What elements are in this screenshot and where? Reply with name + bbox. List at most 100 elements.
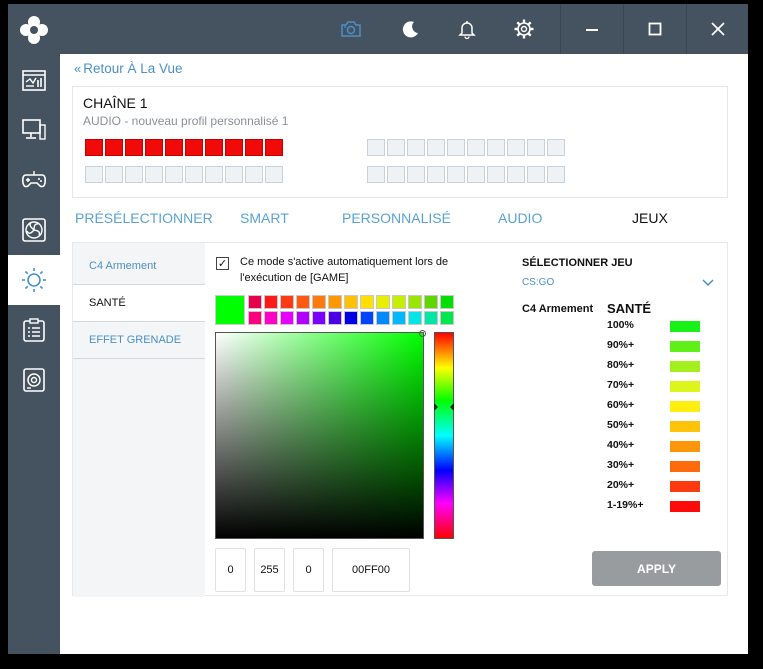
hue-marker-right[interactable] — [450, 403, 454, 411]
sidebar-item-fan[interactable] — [8, 205, 60, 255]
color-swatch[interactable] — [264, 295, 278, 309]
led-cell[interactable] — [265, 166, 283, 183]
color-swatch[interactable] — [248, 311, 262, 325]
led-cell[interactable] — [407, 139, 425, 156]
close-button[interactable] — [687, 4, 748, 54]
color-swatch[interactable] — [376, 311, 390, 325]
hue-slider[interactable] — [434, 332, 454, 539]
tab-preselect[interactable]: PRÉSÉLECTIONNER — [75, 210, 213, 226]
led-cell[interactable] — [507, 139, 525, 156]
game-dropdown[interactable]: CS:GO — [522, 277, 718, 295]
mode-effet-grenade[interactable]: EFFET GRENADE — [73, 322, 205, 359]
led-cell[interactable] — [185, 139, 203, 156]
led-cell[interactable] — [407, 166, 425, 183]
color-swatch[interactable] — [424, 295, 438, 309]
color-swatch[interactable] — [344, 311, 358, 325]
led-cell[interactable] — [367, 166, 385, 183]
led-cell[interactable] — [245, 139, 263, 156]
color-swatch[interactable] — [280, 295, 294, 309]
led-cell[interactable] — [145, 139, 163, 156]
back-link[interactable]: «Retour À La Vue — [74, 61, 183, 76]
led-cell[interactable] — [487, 166, 505, 183]
sidebar-item-clipboard[interactable] — [8, 305, 60, 355]
color-swatch[interactable] — [344, 295, 358, 309]
led-cell[interactable] — [225, 166, 243, 183]
led-cell[interactable] — [125, 139, 143, 156]
led-cell[interactable] — [427, 139, 445, 156]
color-swatch[interactable] — [376, 295, 390, 309]
led-cell[interactable] — [245, 166, 263, 183]
led-cell[interactable] — [105, 166, 123, 183]
color-swatch[interactable] — [312, 295, 326, 309]
camera-button[interactable] — [336, 4, 366, 54]
minimize-button[interactable] — [561, 4, 623, 54]
picker-handle[interactable] — [419, 330, 426, 337]
color-swatch[interactable] — [280, 311, 294, 325]
color-swatch[interactable] — [408, 295, 422, 309]
tab-games[interactable]: JEUX — [632, 210, 668, 226]
dark-mode-button[interactable] — [396, 4, 426, 54]
led-cell[interactable] — [467, 166, 485, 183]
hue-marker-left[interactable] — [434, 403, 438, 411]
led-cell[interactable] — [145, 166, 163, 183]
color-swatch[interactable] — [264, 311, 278, 325]
color-swatch[interactable] — [296, 311, 310, 325]
tab-audio[interactable]: AUDIO — [498, 210, 542, 226]
led-cell[interactable] — [367, 139, 385, 156]
led-cell[interactable] — [387, 139, 405, 156]
tab-smart[interactable]: SMART — [240, 210, 289, 226]
color-swatch[interactable] — [296, 295, 310, 309]
led-cell[interactable] — [185, 166, 203, 183]
led-cell[interactable] — [105, 139, 123, 156]
green-input[interactable]: 255 — [254, 548, 285, 592]
led-cell[interactable] — [265, 139, 283, 156]
health-level-color[interactable] — [670, 501, 700, 512]
health-level-color[interactable] — [670, 461, 700, 472]
led-cell[interactable] — [387, 166, 405, 183]
led-cell[interactable] — [467, 139, 485, 156]
sidebar-item-dashboard[interactable] — [8, 56, 60, 106]
color-swatch[interactable] — [360, 311, 374, 325]
health-level-color[interactable] — [670, 321, 700, 332]
color-swatch[interactable] — [312, 311, 326, 325]
maximize-button[interactable] — [624, 4, 686, 54]
blue-input[interactable]: 0 — [293, 548, 324, 592]
led-cell[interactable] — [205, 166, 223, 183]
led-cell[interactable] — [487, 139, 505, 156]
mode-c4-armement[interactable]: C4 Armement — [73, 248, 205, 285]
health-level-color[interactable] — [670, 421, 700, 432]
led-cell[interactable] — [85, 139, 103, 156]
color-swatch[interactable] — [408, 311, 422, 325]
led-cell[interactable] — [125, 166, 143, 183]
color-swatch[interactable] — [328, 295, 342, 309]
health-level-color[interactable] — [670, 361, 700, 372]
color-swatch[interactable] — [440, 295, 454, 309]
apply-button[interactable]: APPLY — [592, 551, 721, 586]
led-cell[interactable] — [165, 139, 183, 156]
led-cell[interactable] — [447, 139, 465, 156]
red-input[interactable]: 0 — [215, 548, 246, 592]
led-cell[interactable] — [547, 166, 565, 183]
led-cell[interactable] — [427, 166, 445, 183]
hex-input[interactable]: 00FF00 — [332, 548, 410, 592]
saturation-value-picker[interactable] — [215, 330, 426, 539]
health-level-color[interactable] — [670, 341, 700, 352]
sidebar-item-gamepad[interactable] — [8, 155, 60, 205]
health-level-color[interactable] — [670, 401, 700, 412]
sidebar-item-monitor[interactable] — [8, 105, 60, 155]
led-cell[interactable] — [85, 166, 103, 183]
auto-activate-checkbox[interactable]: ✓ — [216, 257, 229, 270]
color-swatch[interactable] — [440, 311, 454, 325]
led-cell[interactable] — [507, 166, 525, 183]
color-swatch[interactable] — [424, 311, 438, 325]
led-cell[interactable] — [527, 166, 545, 183]
color-swatch[interactable] — [392, 295, 406, 309]
led-cell[interactable] — [447, 166, 465, 183]
health-level-color[interactable] — [670, 481, 700, 492]
led-cell[interactable] — [205, 139, 223, 156]
color-swatch[interactable] — [328, 311, 342, 325]
color-swatch[interactable] — [392, 311, 406, 325]
settings-button[interactable] — [509, 4, 539, 54]
led-cell[interactable] — [547, 139, 565, 156]
led-cell[interactable] — [225, 139, 243, 156]
